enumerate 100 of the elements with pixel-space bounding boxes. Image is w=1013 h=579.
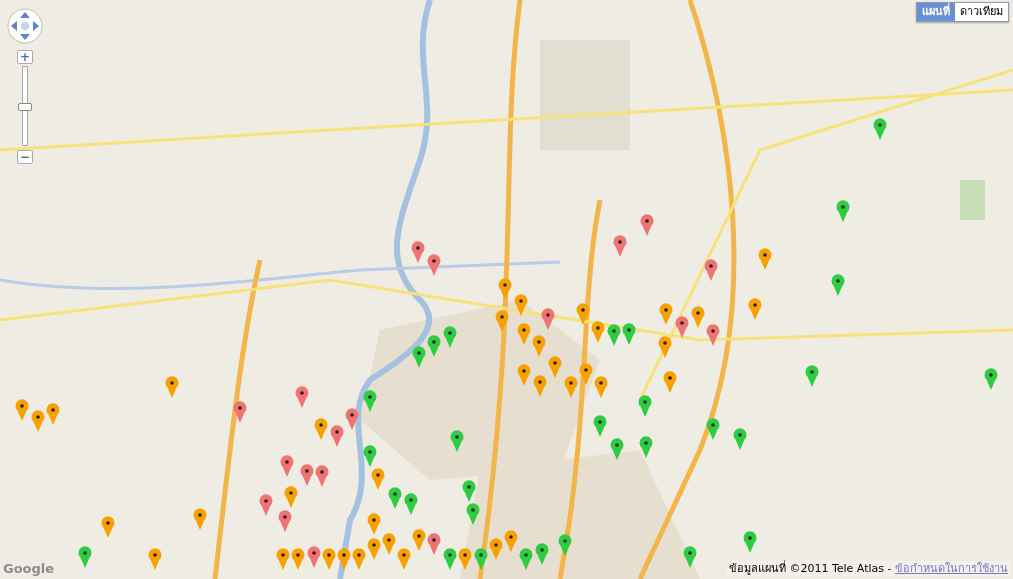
map-pin[interactable] [148,548,162,570]
map-pin[interactable] [388,487,402,509]
map-pin[interactable] [984,368,998,390]
map-pin[interactable] [517,364,531,386]
map-pin[interactable] [675,316,689,338]
map-pin[interactable] [576,303,590,325]
map-pin[interactable] [404,493,418,515]
map-pin[interactable] [541,308,555,330]
map-pin[interactable] [101,516,115,538]
map-pin[interactable] [15,399,29,421]
map-pin[interactable] [345,408,359,430]
map-pin[interactable] [873,118,887,140]
map-pin[interactable] [498,278,512,300]
map-pin[interactable] [704,259,718,281]
map-pin[interactable] [280,455,294,477]
map-pin[interactable] [474,548,488,570]
map-pin[interactable] [427,533,441,555]
map-pin[interactable] [622,323,636,345]
map-pin[interactable] [363,445,377,467]
terms-link[interactable]: ข้อกำหนดในการใช้งาน [895,561,1008,575]
map-pin[interactable] [514,294,528,316]
zoom-slider-thumb[interactable] [18,103,32,111]
map-pin[interactable] [322,548,336,570]
map-pin[interactable] [291,548,305,570]
map-pin[interactable] [558,534,572,556]
map-pin[interactable] [300,464,314,486]
map-pin[interactable] [352,548,366,570]
map-pin[interactable] [314,418,328,440]
map-pin[interactable] [564,376,578,398]
map-pin[interactable] [535,543,549,565]
map-pin[interactable] [683,546,697,568]
map-pin[interactable] [278,510,292,532]
map-pin[interactable] [233,401,247,423]
map-pin[interactable] [613,235,627,257]
map-pin[interactable] [640,214,654,236]
map-pin[interactable] [371,468,385,490]
map-pin[interactable] [427,335,441,357]
map-pin[interactable] [658,336,672,358]
map-pin[interactable] [594,376,608,398]
map-pin[interactable] [706,418,720,440]
map-pin[interactable] [466,503,480,525]
map-pin[interactable] [363,390,377,412]
pan-control[interactable] [7,8,43,44]
map-pin[interactable] [607,324,621,346]
map-pin[interactable] [78,546,92,568]
map-pin[interactable] [295,386,309,408]
map-pin[interactable] [610,438,624,460]
map-pin[interactable] [758,248,772,270]
map-pin[interactable] [411,241,425,263]
map-pin[interactable] [367,538,381,560]
map-pin[interactable] [639,436,653,458]
map-pin[interactable] [532,335,546,357]
map-pin[interactable] [743,531,757,553]
map-pin[interactable] [46,403,60,425]
map-pin[interactable] [276,548,290,570]
map-pin[interactable] [427,254,441,276]
map-pin[interactable] [748,298,762,320]
map-pin[interactable] [284,486,298,508]
map-type-tab[interactable]: ดาวเทียม [955,3,1008,21]
map-pin[interactable] [462,480,476,502]
map-pin[interactable] [504,530,518,552]
map-pin[interactable] [691,306,705,328]
map-pin[interactable] [330,425,344,447]
map-pin[interactable] [193,508,207,530]
map-pin[interactable] [443,548,457,570]
map-pin[interactable] [443,326,457,348]
map-pin[interactable] [519,548,533,570]
map-pin[interactable] [367,513,381,535]
map-pin[interactable] [548,356,562,378]
map-pin[interactable] [337,548,351,570]
map-pin[interactable] [593,415,607,437]
map-pin[interactable] [397,548,411,570]
map-pin[interactable] [591,321,605,343]
map-pin[interactable] [31,410,45,432]
map-pin[interactable] [315,465,329,487]
map-pin[interactable] [489,538,503,560]
zoom-out-button[interactable]: − [17,150,33,164]
map-pin[interactable] [450,430,464,452]
map-pin[interactable] [733,428,747,450]
map-pin[interactable] [495,310,509,332]
map-pin[interactable] [638,395,652,417]
map-pin[interactable] [165,376,179,398]
copyright-text: ข้อมูลแผนที่ ©2011 Tele Atlas - [728,561,893,575]
map-pin[interactable] [458,548,472,570]
map-pin[interactable] [663,371,677,393]
map-pin[interactable] [836,200,850,222]
map-type-tab[interactable]: แผนที่ [917,3,955,21]
map-pin[interactable] [579,363,593,385]
map-pin[interactable] [412,346,426,368]
map-pin[interactable] [533,375,547,397]
map-pin[interactable] [382,533,396,555]
map-pin[interactable] [805,365,819,387]
map-pin[interactable] [259,494,273,516]
map-pin[interactable] [307,546,321,568]
map-pin[interactable] [659,303,673,325]
map-pin[interactable] [517,323,531,345]
zoom-in-button[interactable]: + [17,50,33,64]
map-pin[interactable] [706,324,720,346]
map-pin[interactable] [412,529,426,551]
map-pin[interactable] [831,274,845,296]
